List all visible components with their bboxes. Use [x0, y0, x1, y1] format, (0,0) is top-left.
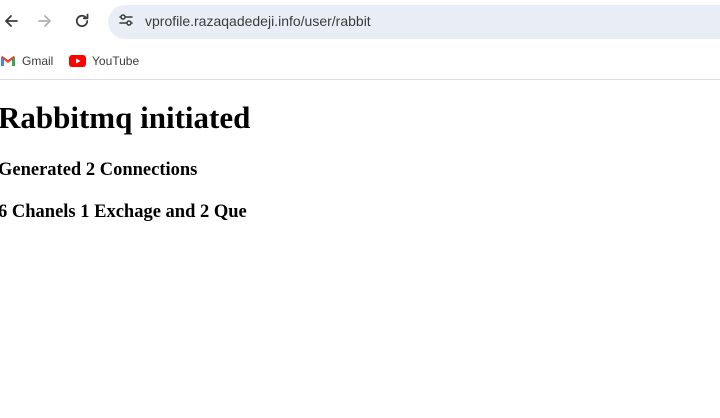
tune-icon: [118, 12, 134, 33]
page-content: Rabbitmq initiated Generated 2 Connectio…: [0, 80, 720, 418]
browser-toolbar: vprofile.razaqadedeji.info/user/rabbit: [0, 0, 720, 44]
youtube-icon: [69, 55, 86, 67]
bookmarks-bar: Gmail YouTube: [0, 44, 720, 80]
connections-text: Generated 2 Connections: [0, 160, 198, 180]
gmail-icon: [0, 55, 16, 67]
channels-text: 6 Chanels 1 Exchage and 2 Que: [0, 202, 247, 222]
address-bar[interactable]: vprofile.razaqadedeji.info/user/rabbit: [108, 5, 720, 39]
forward-arrow-icon: [36, 12, 54, 30]
reload-icon: [73, 12, 91, 30]
back-button[interactable]: [0, 8, 24, 34]
bookmark-youtube[interactable]: YouTube: [69, 51, 139, 71]
bookmark-label: Gmail: [22, 54, 54, 68]
site-info-button[interactable]: [113, 9, 139, 35]
forward-button[interactable]: [32, 8, 58, 34]
bookmark-gmail[interactable]: Gmail: [0, 51, 53, 71]
bookmark-label: YouTube: [92, 54, 140, 68]
page-heading: Rabbitmq initiated: [0, 100, 251, 135]
url-text[interactable]: vprofile.razaqadedeji.info/user/rabbit: [145, 13, 371, 29]
reload-button[interactable]: [69, 8, 95, 34]
back-arrow-icon: [2, 12, 20, 30]
